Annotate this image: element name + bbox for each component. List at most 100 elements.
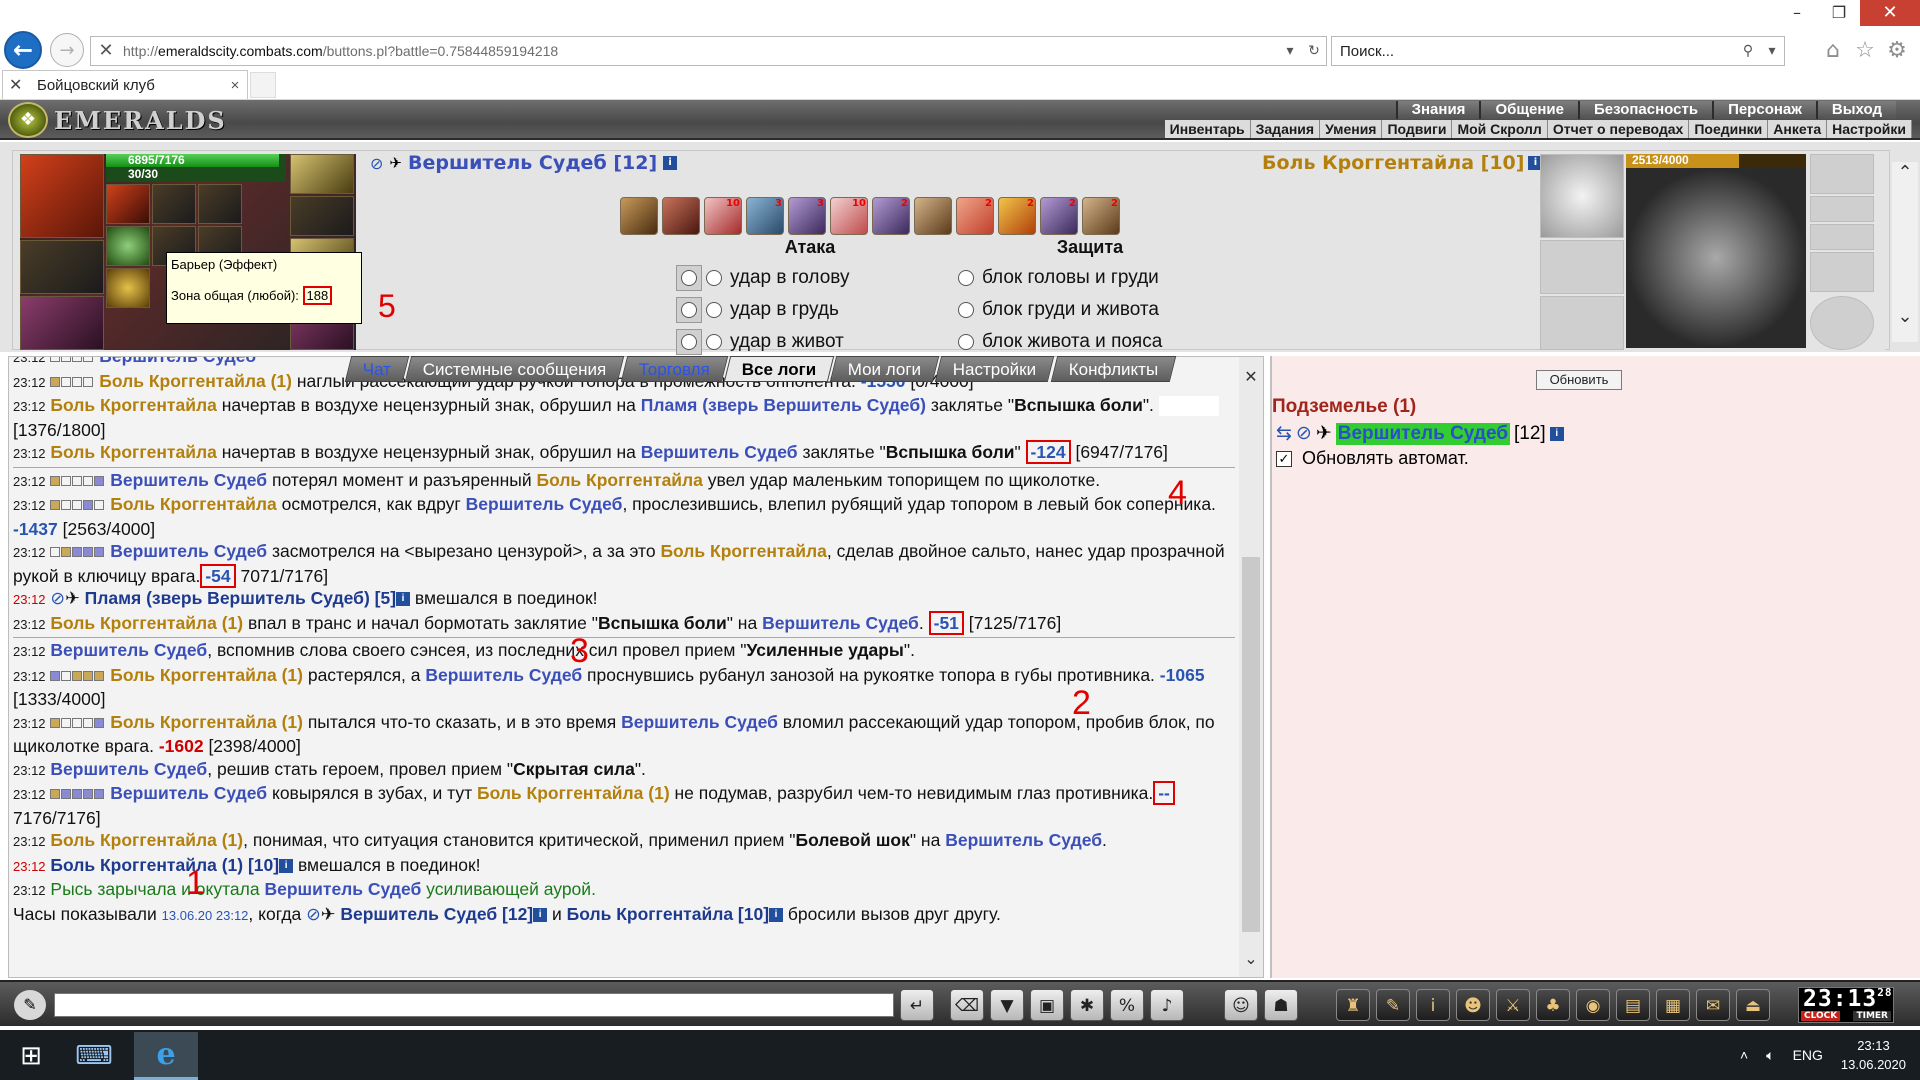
favorites-star-icon[interactable]: ☆ — [1852, 38, 1878, 64]
log-target[interactable]: Вершитель Судеб — [425, 665, 582, 685]
address-bar[interactable]: ✕ http://emeraldscity.combats.com/button… — [90, 36, 1327, 66]
chat-icon[interactable]: ✎ — [14, 990, 46, 1020]
log-actor[interactable]: Боль Кроггентайла (1) — [50, 613, 243, 633]
skill-slot-9[interactable]: 2 — [956, 197, 994, 235]
earring-slot[interactable] — [106, 268, 150, 308]
inventory-icon[interactable]: ▦ — [1656, 989, 1690, 1021]
enemy-shield-slot[interactable] — [1810, 296, 1874, 350]
amulet-slot[interactable] — [106, 184, 150, 224]
defense-head-chest-option[interactable]: блок головы и груди — [958, 264, 1159, 292]
gloves-slot[interactable] — [198, 184, 242, 224]
log-target[interactable]: Вершитель Судеб — [641, 442, 798, 462]
attack-head-radio[interactable] — [681, 270, 697, 286]
timer-label[interactable]: TIMER — [1853, 1011, 1891, 1021]
submenu-feats[interactable]: Подвиги — [1382, 120, 1453, 138]
skill-slot-7[interactable]: 2 — [872, 197, 910, 235]
log-actor[interactable]: Пламя (зверь Вершитель Судеб) [5] — [85, 588, 396, 608]
log-actor[interactable]: Боль Кроггентайла (1) — [50, 830, 243, 850]
enemy-rune-slot-2[interactable] — [1810, 196, 1874, 222]
skill-slot-3[interactable]: 10 — [704, 197, 742, 235]
log-actor[interactable]: Вершитель Судеб [12] — [340, 904, 533, 924]
mail-icon[interactable]: ✉ — [1696, 989, 1730, 1021]
log-info-icon[interactable]: i — [396, 592, 411, 607]
enemy-helmet-slot[interactable] — [1540, 154, 1624, 238]
settings-gear-icon[interactable]: ⚙ — [1884, 38, 1910, 64]
log-info-icon[interactable]: i — [533, 907, 548, 922]
defense-chest-belly-radio[interactable] — [958, 302, 974, 318]
menu-social[interactable]: Общение — [1479, 101, 1578, 119]
skill-slot-11[interactable]: 2 — [1040, 197, 1078, 235]
submenu-quests[interactable]: Задания — [1251, 120, 1321, 138]
defense-head-chest-radio[interactable] — [958, 270, 974, 286]
taskbar-internet-explorer-icon[interactable]: e — [134, 1032, 198, 1080]
attack-head-option[interactable]: удар в голову — [676, 264, 849, 292]
log-actor[interactable]: Вершитель Судеб — [50, 759, 207, 779]
minimize-button[interactable]: – — [1776, 0, 1818, 26]
rune-slot-2[interactable] — [290, 196, 354, 236]
tray-arrow-icon[interactable]: ˄ — [1740, 1047, 1748, 1063]
log-actor[interactable]: Боль Кроггентайла (1) — [99, 371, 292, 391]
enemy-rune-slot-3[interactable] — [1810, 224, 1874, 250]
home-icon[interactable]: ⌂ — [1820, 38, 1846, 64]
attack-belly-radio[interactable] — [681, 334, 697, 350]
skill-slot-5[interactable]: 3 — [788, 197, 826, 235]
attack-head-box[interactable] — [676, 265, 702, 291]
log-target[interactable]: Вершитель Судеб — [264, 879, 421, 899]
weapon-slot[interactable] — [20, 296, 104, 350]
eraser-icon[interactable]: ⌫ — [950, 989, 984, 1021]
tab-close-icon[interactable]: × — [223, 77, 247, 94]
submenu-settings[interactable]: Настройки — [1827, 120, 1912, 138]
submenu-battles[interactable]: Поединки — [1689, 120, 1769, 138]
log-actor[interactable]: Боль Кроггентайла — [50, 395, 216, 415]
refresh-button[interactable]: Обновить — [1536, 370, 1622, 390]
log-scrollbar[interactable]: ✕ ⌄ — [1239, 357, 1263, 977]
enemy-weapon-slot[interactable] — [1540, 296, 1624, 350]
log-actor[interactable]: Боль Кроггентайла — [110, 494, 276, 514]
scroll-down-icon[interactable]: ⌄ — [1239, 949, 1263, 968]
auto-refresh-row[interactable]: ✓ Обновлять автомат. — [1276, 448, 1469, 469]
belt-slot[interactable] — [152, 184, 196, 224]
menu-character[interactable]: Персонаж — [1712, 101, 1816, 119]
volume-icon[interactable]: 🔈︎ — [1766, 1047, 1774, 1064]
back-button[interactable]: ← — [4, 31, 42, 69]
save-icon[interactable]: ▣ — [1030, 989, 1064, 1021]
menu-knowledge[interactable]: Знания — [1395, 101, 1480, 119]
url-text[interactable]: http://emeraldscity.combats.com/buttons.… — [123, 43, 1278, 59]
attack-head-radio-2[interactable] — [706, 270, 722, 286]
tab-my-logs[interactable]: Мои логи — [829, 356, 940, 382]
tab-all-logs[interactable]: Все логи — [723, 356, 835, 382]
skill-slot-10[interactable]: 2 — [998, 197, 1036, 235]
tab-system[interactable]: Системные сообщения — [404, 356, 625, 382]
log-actor[interactable]: Боль Кроггентайла (1) [10] — [50, 855, 279, 875]
log-target[interactable]: Боль Кроггентайла [10] — [567, 904, 769, 924]
search-box[interactable]: ⚲ ▾ — [1331, 36, 1785, 66]
ring-slot-1[interactable] — [106, 226, 150, 266]
needle-icon[interactable]: ✎ — [1376, 989, 1410, 1021]
search-input[interactable] — [1332, 42, 1736, 60]
skill-slot-4[interactable]: 3 — [746, 197, 784, 235]
log-actor[interactable]: Вершитель Судеб — [50, 640, 207, 660]
exit-icon[interactable]: ⏏ — [1736, 989, 1770, 1021]
tab-trade[interactable]: Торговля — [620, 356, 728, 382]
attack-belly-option[interactable]: удар в живот — [676, 328, 844, 356]
send-icon[interactable]: ↵ — [900, 989, 934, 1021]
globe-icon[interactable]: ◉ — [1576, 989, 1610, 1021]
skill-slot-8[interactable] — [914, 197, 952, 235]
browser-tab[interactable]: ✕ Бойцовский клуб × — [2, 70, 248, 99]
scroll-up-icon[interactable]: ⌃ — [1892, 162, 1918, 186]
enemy-gloves-slot[interactable] — [1810, 252, 1874, 292]
self-info-icon[interactable]: i — [663, 156, 678, 170]
attack-chest-box[interactable] — [676, 297, 702, 323]
enemy-rune-slot-1[interactable] — [1810, 154, 1874, 194]
maximize-button[interactable]: ❐ — [1818, 0, 1860, 26]
bag-icon[interactable]: ▤ — [1616, 989, 1650, 1021]
log-actor[interactable]: Боль Кроггентайла — [50, 442, 216, 462]
guild-icon[interactable]: ♣ — [1536, 989, 1570, 1021]
submenu-inventory[interactable]: Инвентарь — [1165, 120, 1251, 138]
skill-slot-6[interactable]: 10 — [830, 197, 868, 235]
log-actor[interactable]: Вершитель Судеб — [110, 783, 267, 803]
submenu-skills[interactable]: Умения — [1320, 120, 1383, 138]
log-target[interactable]: Вершитель Судеб — [945, 830, 1102, 850]
self-name[interactable]: Вершитель Судеб [12] — [408, 152, 657, 174]
attack-belly-radio-2[interactable] — [706, 334, 722, 350]
